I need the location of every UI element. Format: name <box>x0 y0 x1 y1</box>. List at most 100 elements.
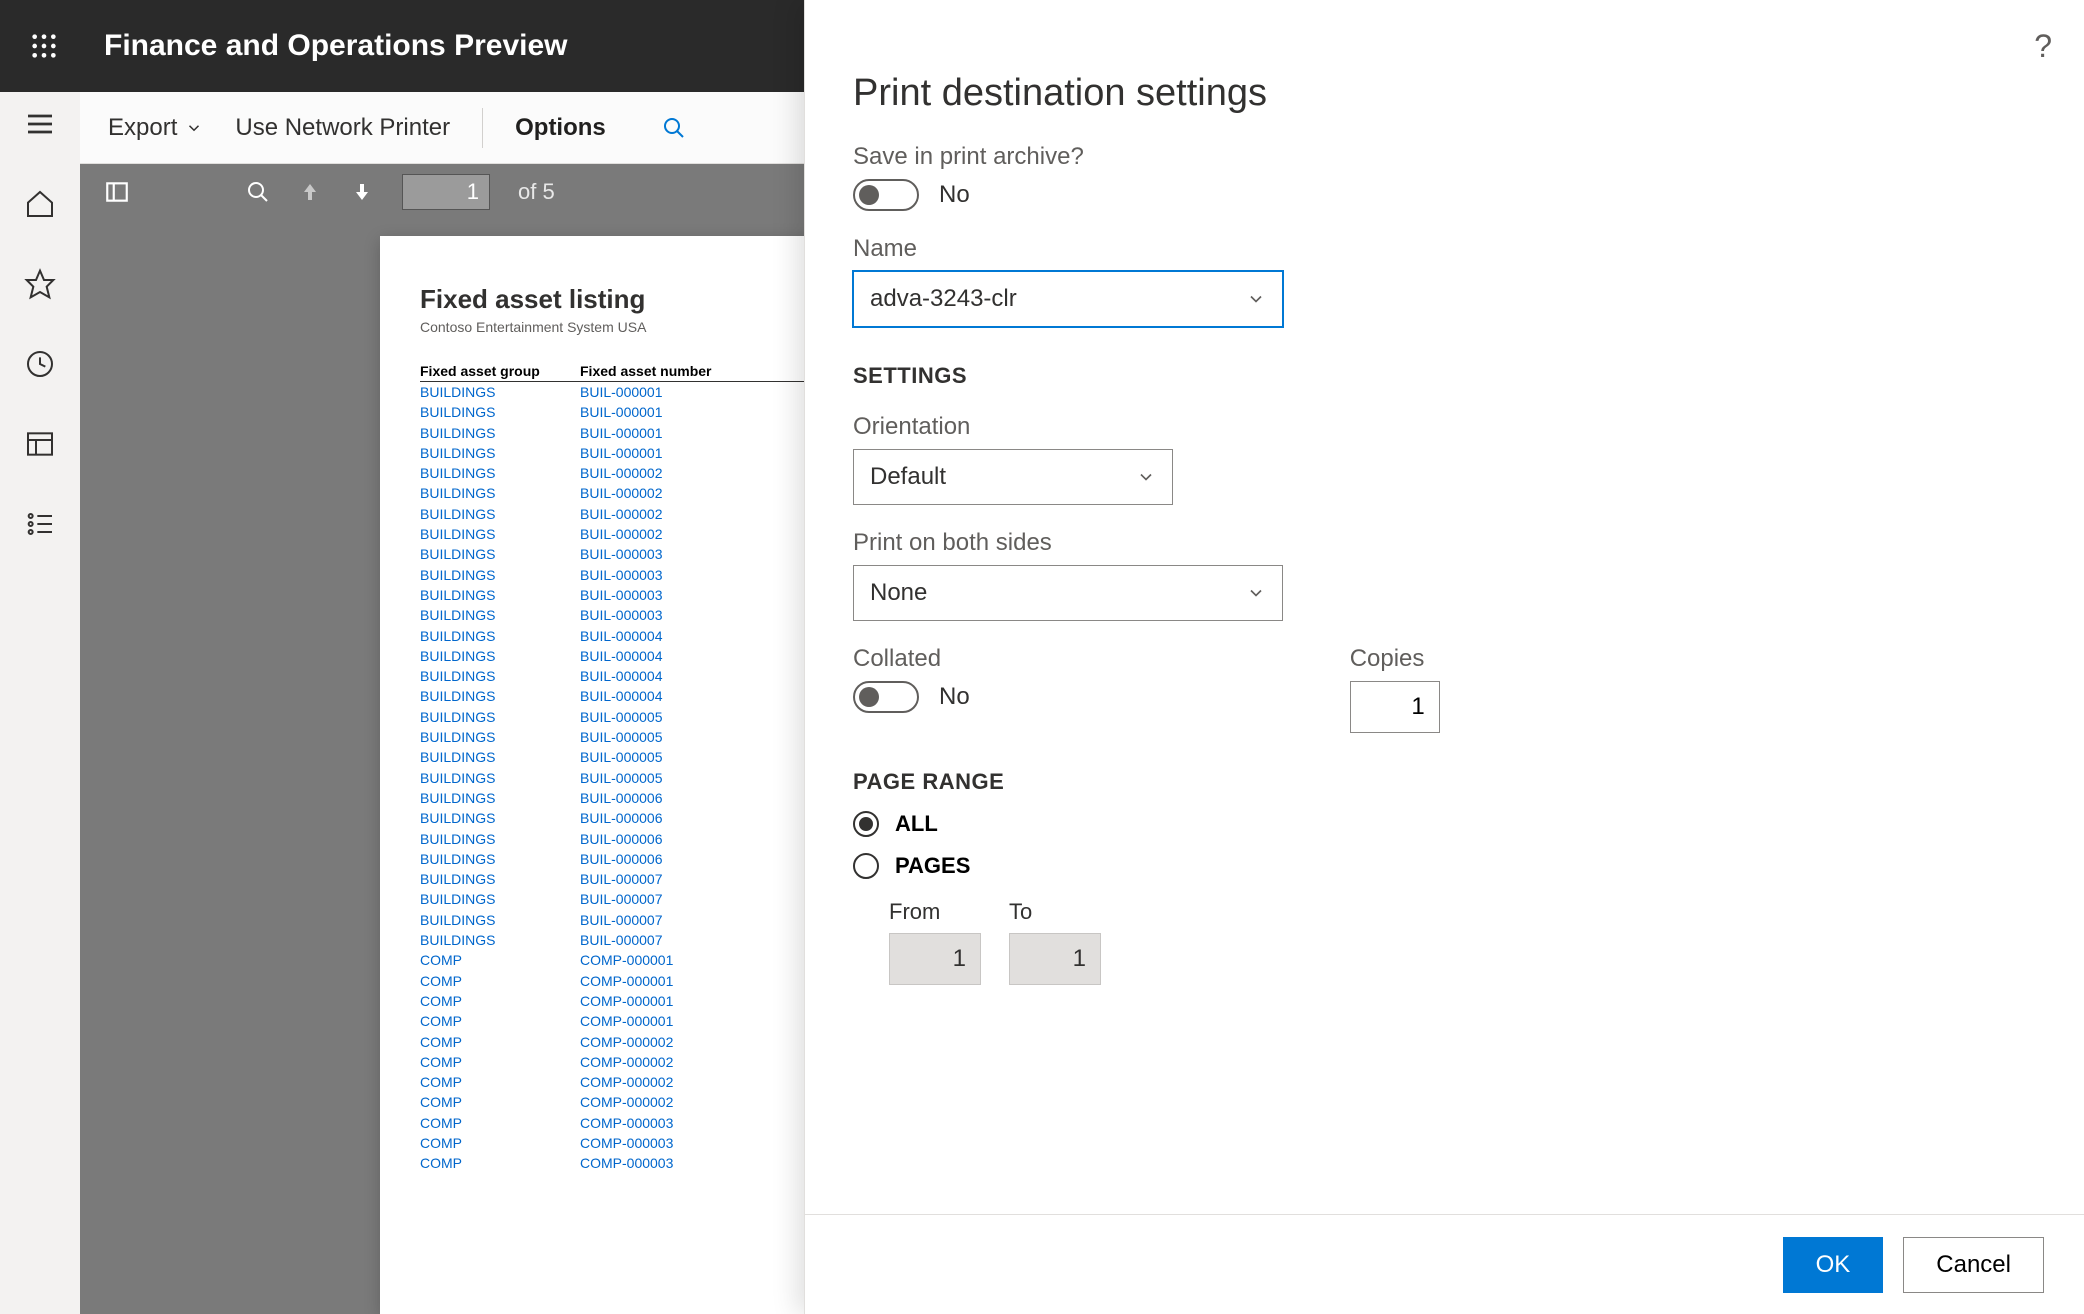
cell-group[interactable]: COMP <box>420 1052 580 1072</box>
cell-number[interactable]: BUIL-000002 <box>580 504 760 524</box>
cell-number[interactable]: BUIL-000007 <box>580 930 760 950</box>
copies-input[interactable] <box>1350 681 1440 733</box>
prev-page-icon[interactable] <box>298 180 322 204</box>
cell-number[interactable]: BUIL-000001 <box>580 402 760 422</box>
cell-group[interactable]: BUILDINGS <box>420 565 580 585</box>
cell-group[interactable]: BUILDINGS <box>420 605 580 625</box>
cell-group[interactable]: BUILDINGS <box>420 382 580 402</box>
find-icon[interactable] <box>246 180 270 204</box>
cell-number[interactable]: BUIL-000003 <box>580 605 760 625</box>
export-button[interactable]: Export <box>108 114 203 142</box>
cancel-button[interactable]: Cancel <box>1903 1237 2044 1293</box>
sidebar-toggle-icon[interactable] <box>104 179 130 205</box>
cell-number[interactable]: BUIL-000006 <box>580 808 760 828</box>
cell-group[interactable]: BUILDINGS <box>420 686 580 706</box>
cell-number[interactable]: BUIL-000002 <box>580 524 760 544</box>
cell-number[interactable]: BUIL-000005 <box>580 707 760 727</box>
ok-button[interactable]: OK <box>1783 1237 1884 1293</box>
collated-toggle[interactable] <box>853 681 919 713</box>
save-archive-toggle[interactable] <box>853 179 919 211</box>
cell-group[interactable]: COMP <box>420 1011 580 1031</box>
cell-number[interactable]: COMP-000001 <box>580 971 760 991</box>
cell-group[interactable]: COMP <box>420 1113 580 1133</box>
recent-icon[interactable] <box>24 348 56 380</box>
cell-group[interactable]: BUILDINGS <box>420 788 580 808</box>
cell-group[interactable]: BUILDINGS <box>420 889 580 909</box>
cell-number[interactable]: COMP-000001 <box>580 950 760 970</box>
printer-name-select[interactable]: adva-3243-clr <box>853 271 1283 327</box>
cell-number[interactable]: BUIL-000004 <box>580 686 760 706</box>
cell-group[interactable]: COMP <box>420 1032 580 1052</box>
cell-number[interactable]: BUIL-000005 <box>580 747 760 767</box>
cell-number[interactable]: COMP-000002 <box>580 1032 760 1052</box>
cell-group[interactable]: BUILDINGS <box>420 768 580 788</box>
cell-group[interactable]: BUILDINGS <box>420 402 580 422</box>
cell-group[interactable]: BUILDINGS <box>420 666 580 686</box>
cell-number[interactable]: COMP-000002 <box>580 1052 760 1072</box>
both-sides-select[interactable]: None <box>853 565 1283 621</box>
cell-number[interactable]: BUIL-000001 <box>580 382 760 402</box>
cell-number[interactable]: BUIL-000003 <box>580 565 760 585</box>
page-number-input[interactable] <box>402 174 490 210</box>
cell-group[interactable]: COMP <box>420 1072 580 1092</box>
cell-group[interactable]: BUILDINGS <box>420 808 580 828</box>
cell-group[interactable]: BUILDINGS <box>420 646 580 666</box>
cell-number[interactable]: COMP-000003 <box>580 1113 760 1133</box>
filter-search-icon[interactable] <box>662 116 686 140</box>
modules-icon[interactable] <box>24 508 56 540</box>
cell-number[interactable]: COMP-000001 <box>580 991 760 1011</box>
star-icon[interactable] <box>24 268 56 300</box>
cell-group[interactable]: BUILDINGS <box>420 727 580 747</box>
cell-group[interactable]: COMP <box>420 991 580 1011</box>
from-input[interactable]: 1 <box>889 933 981 985</box>
cell-number[interactable]: BUIL-000002 <box>580 463 760 483</box>
cell-number[interactable]: BUIL-000002 <box>580 483 760 503</box>
cell-group[interactable]: BUILDINGS <box>420 443 580 463</box>
cell-number[interactable]: BUIL-000003 <box>580 544 760 564</box>
cell-group[interactable]: BUILDINGS <box>420 849 580 869</box>
cell-number[interactable]: BUIL-000007 <box>580 869 760 889</box>
hamburger-icon[interactable] <box>24 108 56 140</box>
cell-number[interactable]: BUIL-000006 <box>580 788 760 808</box>
cell-group[interactable]: BUILDINGS <box>420 585 580 605</box>
cell-number[interactable]: BUIL-000004 <box>580 626 760 646</box>
cell-group[interactable]: BUILDINGS <box>420 707 580 727</box>
cell-group[interactable]: COMP <box>420 950 580 970</box>
cell-number[interactable]: BUIL-000007 <box>580 910 760 930</box>
cell-number[interactable]: BUIL-000005 <box>580 727 760 747</box>
use-network-printer-button[interactable]: Use Network Printer <box>235 114 450 142</box>
cell-group[interactable]: COMP <box>420 1092 580 1112</box>
cell-group[interactable]: BUILDINGS <box>420 463 580 483</box>
cell-number[interactable]: BUIL-000007 <box>580 889 760 909</box>
page-range-all-row[interactable]: ALL <box>853 811 2036 837</box>
cell-number[interactable]: BUIL-000001 <box>580 423 760 443</box>
cell-number[interactable]: BUIL-000001 <box>580 443 760 463</box>
orientation-select[interactable]: Default <box>853 449 1173 505</box>
cell-number[interactable]: BUIL-000004 <box>580 646 760 666</box>
page-range-pages-row[interactable]: PAGES <box>853 853 2036 879</box>
cell-group[interactable]: BUILDINGS <box>420 626 580 646</box>
cell-group[interactable]: BUILDINGS <box>420 829 580 849</box>
cell-group[interactable]: BUILDINGS <box>420 869 580 889</box>
cell-number[interactable]: BUIL-000006 <box>580 829 760 849</box>
cell-number[interactable]: COMP-000002 <box>580 1092 760 1112</box>
radio-pages[interactable] <box>853 853 879 879</box>
app-launcher-icon[interactable] <box>16 18 72 74</box>
home-icon[interactable] <box>24 188 56 220</box>
cell-number[interactable]: COMP-000002 <box>580 1072 760 1092</box>
cell-number[interactable]: BUIL-000003 <box>580 585 760 605</box>
cell-group[interactable]: COMP <box>420 1153 580 1173</box>
cell-number[interactable]: BUIL-000006 <box>580 849 760 869</box>
cell-group[interactable]: BUILDINGS <box>420 504 580 524</box>
cell-group[interactable]: BUILDINGS <box>420 930 580 950</box>
cell-number[interactable]: COMP-000001 <box>580 1011 760 1031</box>
cell-group[interactable]: COMP <box>420 971 580 991</box>
cell-group[interactable]: BUILDINGS <box>420 483 580 503</box>
workspace-icon[interactable] <box>24 428 56 460</box>
cell-number[interactable]: COMP-000003 <box>580 1133 760 1153</box>
cell-number[interactable]: BUIL-000004 <box>580 666 760 686</box>
options-button[interactable]: Options <box>515 114 606 142</box>
cell-group[interactable]: BUILDINGS <box>420 544 580 564</box>
cell-group[interactable]: BUILDINGS <box>420 524 580 544</box>
cell-number[interactable]: COMP-000003 <box>580 1153 760 1173</box>
